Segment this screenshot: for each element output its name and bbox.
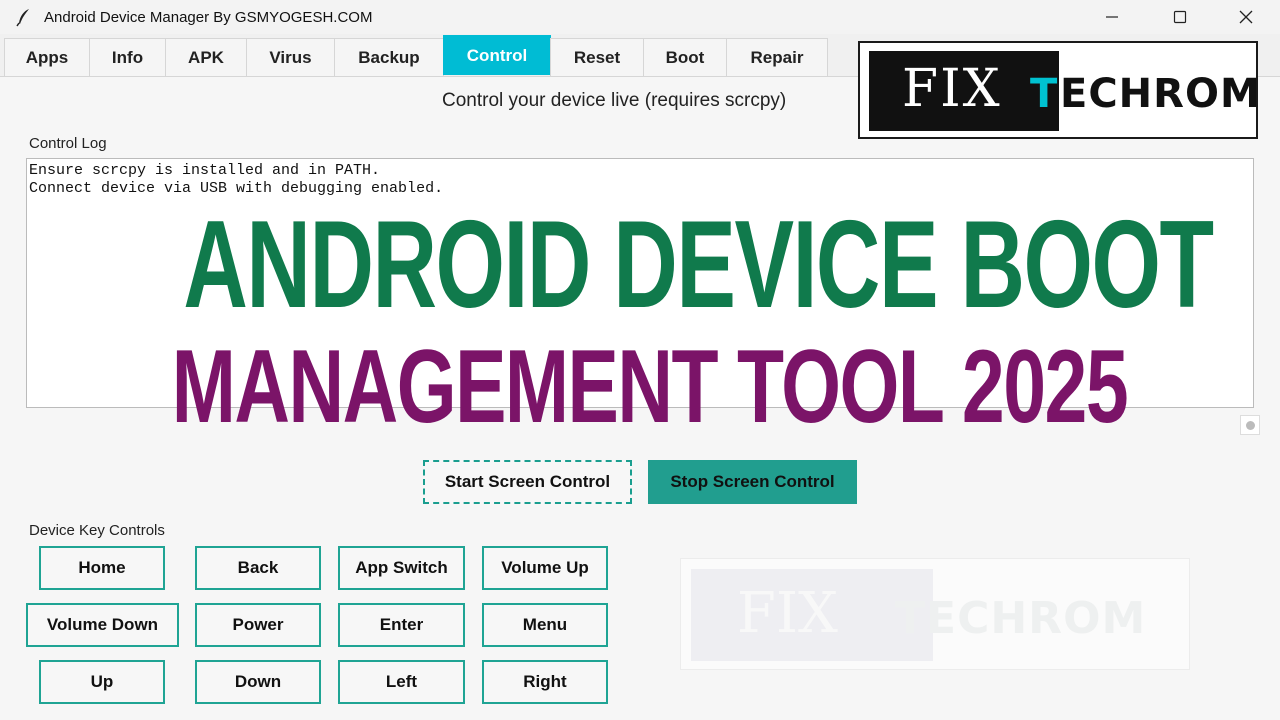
brand-logo: FIX T ECHROM [858,41,1261,139]
stop-screen-control-button[interactable]: Stop Screen Control [648,460,857,504]
control-subtitle: Control your device live (requires scrcp… [442,90,787,111]
up-key-button[interactable]: Up [39,660,165,704]
close-icon [1239,10,1253,24]
minimize-button[interactable] [1080,0,1144,34]
maximize-button[interactable] [1148,0,1212,34]
watermark-fix-text: FIX [737,581,838,646]
left-key-button[interactable]: Left [338,660,465,704]
device-key-controls-label: Device Key Controls [29,522,165,539]
home-key-button[interactable]: Home [39,546,165,590]
enter-key-button[interactable]: Enter [338,603,465,647]
tab-virus[interactable]: Virus [246,38,335,76]
title-bar: Android Device Manager By GSMYOGESH.COM [0,0,1280,34]
tab-control[interactable]: Control [443,35,551,75]
right-key-button[interactable]: Right [482,660,608,704]
logo-t-text: T [1030,71,1058,117]
logo-echrom-text: ECHROM [1060,71,1261,117]
tab-bar: Apps Info APK Virus Backup Control Reset… [4,35,828,76]
tab-backup[interactable]: Backup [334,38,444,76]
power-key-button[interactable]: Power [195,603,321,647]
headline-line-2: MANAGEMENT TOOL 2025 [171,329,1129,445]
tab-repair[interactable]: Repair [726,38,828,76]
minimize-icon [1106,16,1118,18]
window-title: Android Device Manager By GSMYOGESH.COM [44,9,373,26]
feather-icon [14,7,34,27]
volume-up-key-button[interactable]: Volume Up [482,546,608,590]
menu-key-button[interactable]: Menu [482,603,608,647]
maximize-icon [1173,10,1187,24]
watermark-logo: FIX TECHROM [680,558,1190,670]
tab-boot[interactable]: Boot [643,38,727,76]
scroll-handle[interactable] [1240,415,1260,435]
close-button[interactable] [1214,0,1278,34]
headline-line-1: ANDROID DEVICE BOOT [183,196,1214,334]
start-screen-control-button[interactable]: Start Screen Control [423,460,632,504]
tab-apk[interactable]: APK [165,38,247,76]
volume-down-key-button[interactable]: Volume Down [26,603,179,647]
tab-info[interactable]: Info [89,38,166,76]
down-key-button[interactable]: Down [195,660,321,704]
back-key-button[interactable]: Back [195,546,321,590]
app-switch-key-button[interactable]: App Switch [338,546,465,590]
control-log-label: Control Log [29,135,107,152]
log-line: Ensure scrcpy is installed and in PATH. [29,162,381,179]
tab-apps[interactable]: Apps [4,38,90,76]
logo-fix-text: FIX [902,59,1002,119]
watermark-techrom-text: TECHROM [895,593,1147,644]
tab-reset[interactable]: Reset [550,38,644,76]
